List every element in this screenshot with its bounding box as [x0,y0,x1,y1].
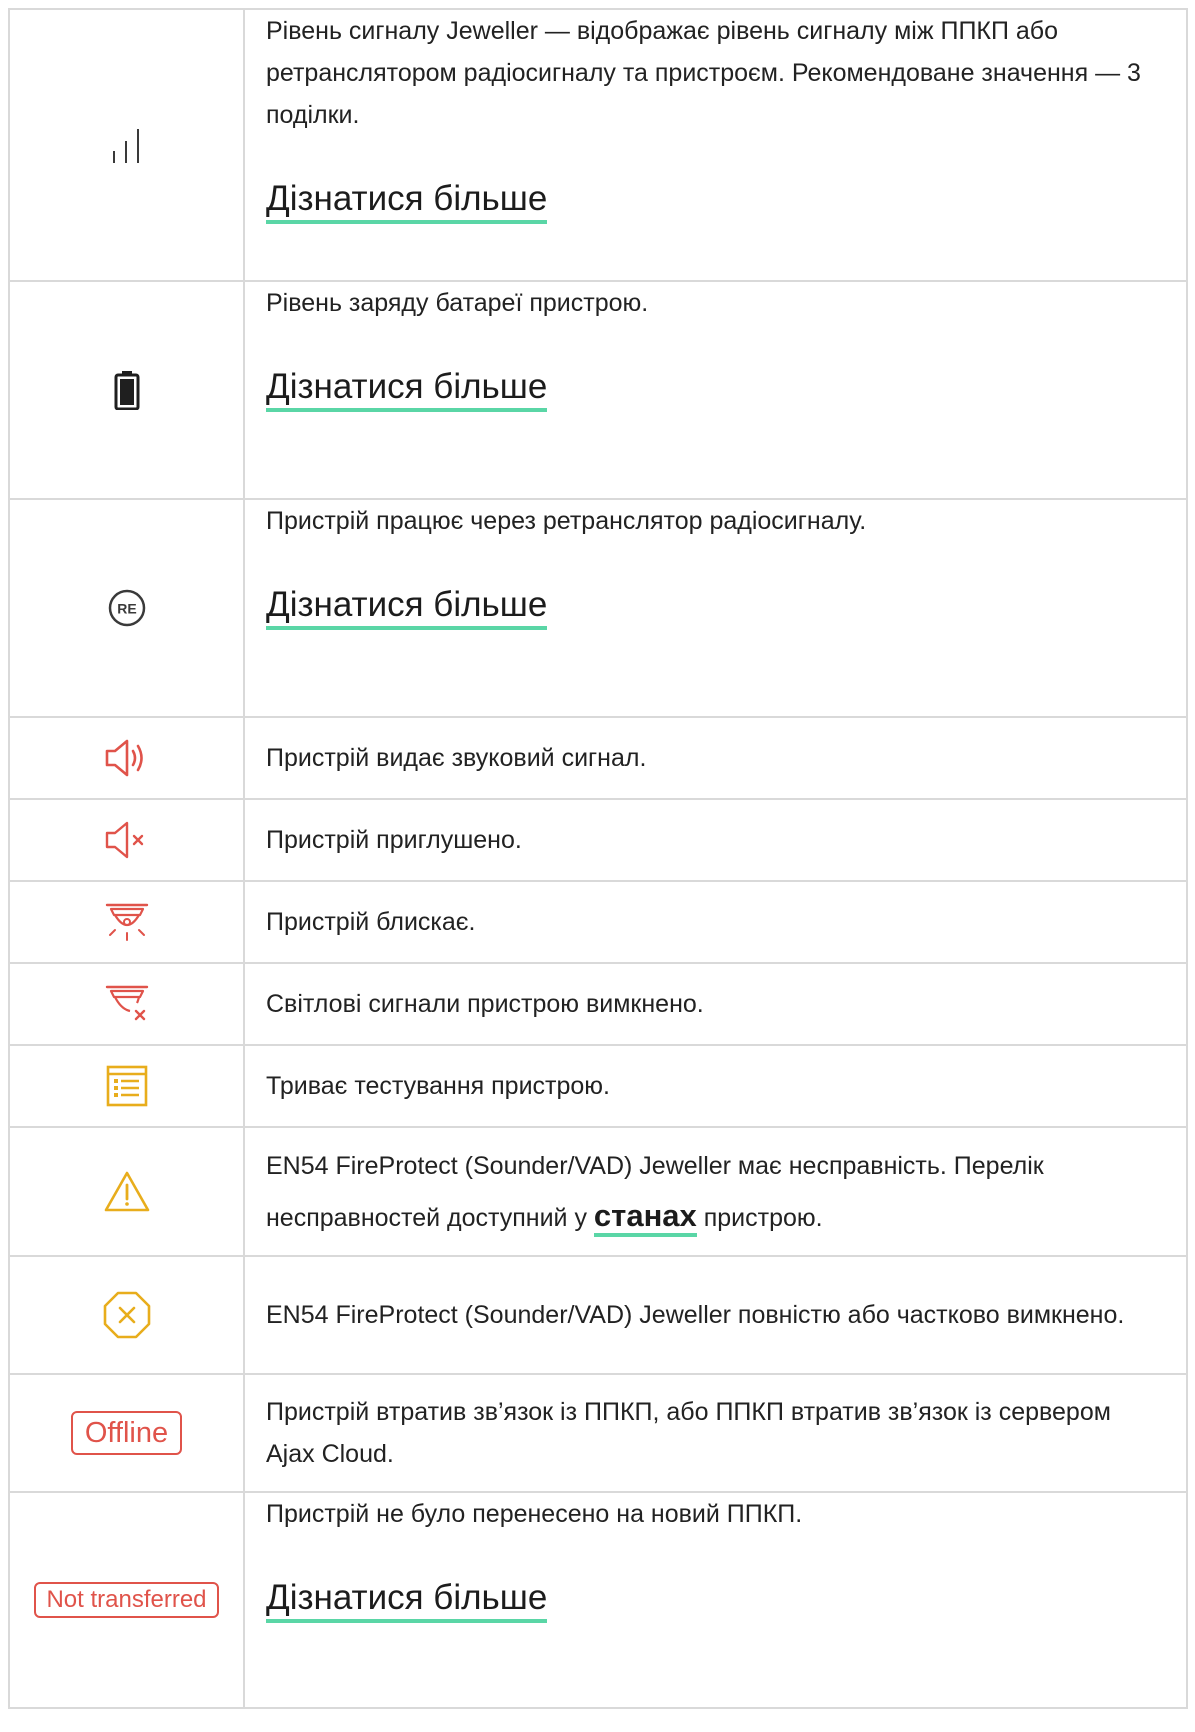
table-row: Пристрій блискає. [8,880,1188,964]
table-row: Пристрій видає звуковий сигнал. [8,716,1188,800]
learn-more-link[interactable]: Дізнатися більше [266,584,548,630]
description-text: Пристрій видає звуковий сигнал. [266,744,647,772]
table-row: Рівень сигналу Jeweller — відображає рів… [8,8,1188,282]
speaker-muted-icon [103,821,151,859]
table-row: Триває тестування пристрою. [8,1044,1188,1128]
strobe-off-icon [104,985,150,1021]
icon-cell [8,880,245,964]
learn-more-link[interactable]: Дізнатися більше [266,366,548,412]
description-cell: Триває тестування пристрою. [243,1044,1188,1128]
disabled-octagon-icon [102,1291,152,1339]
description-text: Рівень сигналу Jeweller — відображає рів… [266,17,1141,129]
icon-cell [8,798,245,882]
description-text: Пристрій не було перенесено на новий ППК… [266,1500,803,1528]
table-row: Offline Пристрій втратив зв’язок із ППКП… [8,1373,1188,1493]
description-text: Світлові сигнали пристрою вимкнено. [266,990,704,1018]
description-cell: Пристрій працює через ретранслятор радіо… [243,498,1188,718]
speaker-sound-icon [103,739,151,777]
description-text: Рівень заряду батареї пристрою. [266,289,649,317]
icon-cell: RE [8,498,245,718]
status-icons-table: Рівень сигналу Jeweller — відображає рів… [8,8,1188,1709]
icon-cell: Offline [8,1373,245,1493]
icon-cell [8,716,245,800]
description-cell: EN54 FireProtect (Sounder/VAD) Jeweller … [243,1255,1188,1375]
offline-badge: Offline [70,1411,183,1455]
re-icon-label: RE [117,601,136,617]
learn-more-link[interactable]: Дізнатися більше [266,178,548,224]
description-text-end: пристрою. [696,1203,823,1232]
table-row: Not transferred Пристрій не було перенес… [8,1491,1188,1709]
description-cell: Пристрій блискає. [243,880,1188,964]
learn-more-link[interactable]: Дізнатися більше [266,1577,548,1623]
table-row: Світлові сигнали пристрою вимкнено. [8,962,1188,1046]
description-cell: EN54 FireProtect (Sounder/VAD) Jeweller … [243,1126,1188,1257]
re-circle-icon: RE [107,589,147,627]
description-text: EN54 FireProtect (Sounder/VAD) Jeweller … [266,1301,1125,1329]
description-cell: Пристрій втратив зв’язок із ППКП, або ПП… [243,1373,1188,1493]
description-cell: Пристрій видає звуковий сигнал. [243,716,1188,800]
signal-bars-icon [109,129,145,163]
warning-triangle-icon [103,1171,151,1211]
states-link[interactable]: станах [593,1197,697,1237]
icon-cell [8,1044,245,1128]
icon-cell [8,8,245,282]
description-cell: Світлові сигнали пристрою вимкнено. [243,962,1188,1046]
table-row: Пристрій приглушено. [8,798,1188,882]
description-text: Пристрій блискає. [266,908,476,936]
icon-cell [8,280,245,500]
icon-cell [8,1255,245,1375]
not-transferred-badge: Not transferred [34,1582,219,1618]
icon-cell: Not transferred [8,1491,245,1709]
strobe-flashing-icon [104,903,150,941]
test-checklist-icon [105,1065,149,1107]
table-row: Рівень заряду батареї пристрою. Дізнатис… [8,280,1188,500]
icon-cell [8,1126,245,1257]
icon-cell [8,962,245,1046]
description-cell: Рівень сигналу Jeweller — відображає рів… [243,8,1188,282]
description-cell: Рівень заряду батареї пристрою. Дізнатис… [243,280,1188,500]
description-text: Пристрій втратив зв’язок із ППКП, або ПП… [266,1398,1111,1468]
table-row: EN54 FireProtect (Sounder/VAD) Jeweller … [8,1126,1188,1257]
description-text: Триває тестування пристрою. [266,1072,611,1100]
battery-icon [114,371,140,410]
table-row: RE Пристрій працює через ретранслятор ра… [8,498,1188,718]
table-row: EN54 FireProtect (Sounder/VAD) Jeweller … [8,1255,1188,1375]
description-cell: Пристрій приглушено. [243,798,1188,882]
description-text: Пристрій працює через ретранслятор радіо… [266,507,867,535]
description-text: Пристрій приглушено. [266,826,522,854]
description-cell: Пристрій не було перенесено на новий ППК… [243,1491,1188,1709]
